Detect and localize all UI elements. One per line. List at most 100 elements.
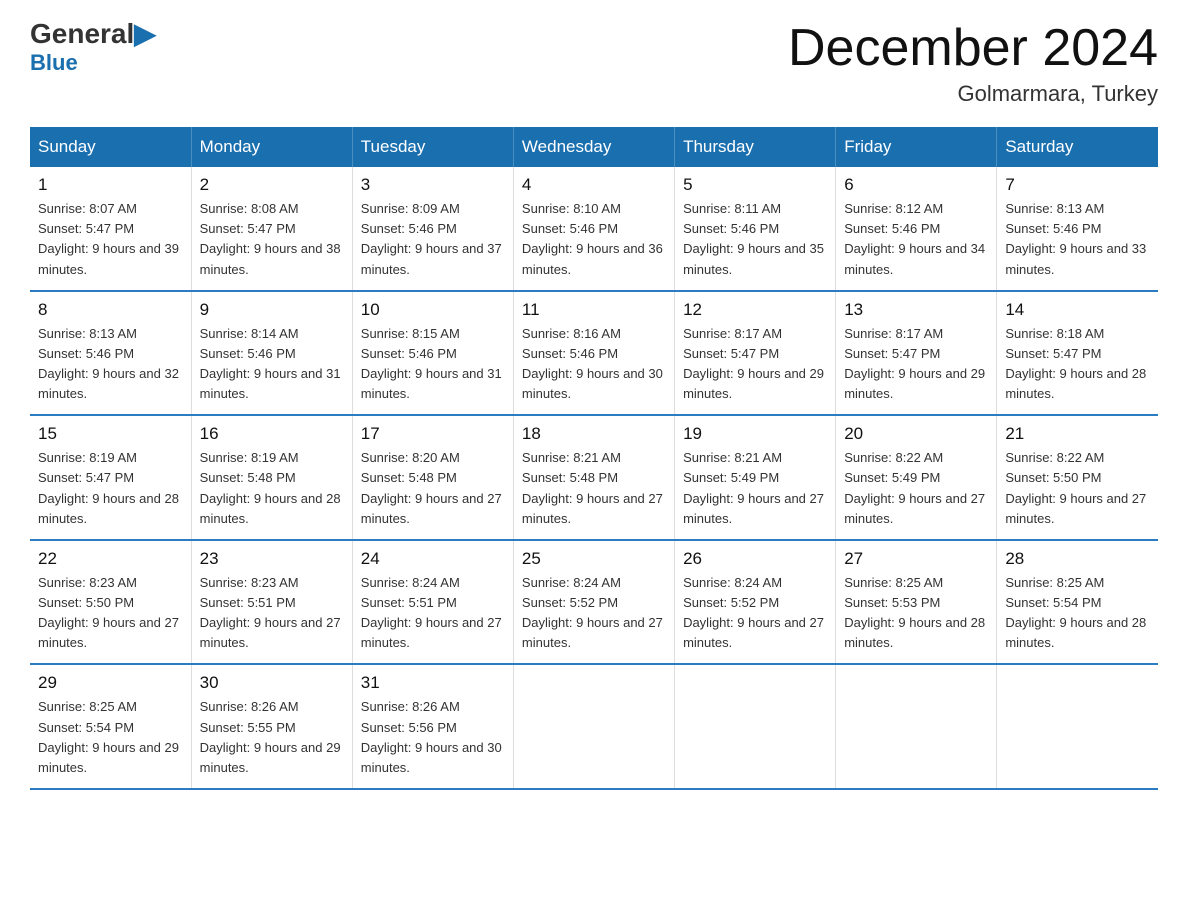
calendar-cell: 26Sunrise: 8:24 AMSunset: 5:52 PMDayligh… bbox=[675, 540, 836, 665]
calendar-cell bbox=[836, 664, 997, 789]
day-number: 27 bbox=[844, 549, 988, 569]
day-number: 23 bbox=[200, 549, 344, 569]
calendar-cell: 20 Sunrise: 8:22 AMSunset: 5:49 PMDayligh… bbox=[836, 415, 997, 540]
calendar-cell: 22Sunrise: 8:23 AMSunset: 5:50 PMDayligh… bbox=[30, 540, 191, 665]
calendar-cell: 11 Sunrise: 8:16 AMSunset: 5:46 PMDayligh… bbox=[513, 291, 674, 416]
day-info: Sunrise: 8:13 AMSunset: 5:46 PMDaylight:… bbox=[38, 324, 183, 405]
day-info: Sunrise: 8:25 AMSunset: 5:54 PMDaylight:… bbox=[38, 697, 183, 778]
day-info: Sunrise: 8:24 AMSunset: 5:51 PMDaylight:… bbox=[361, 573, 505, 654]
calendar-cell: 12 Sunrise: 8:17 AMSunset: 5:47 PMDayligh… bbox=[675, 291, 836, 416]
day-number: 10 bbox=[361, 300, 505, 320]
day-number: 16 bbox=[200, 424, 344, 444]
calendar-cell: 3Sunrise: 8:09 AMSunset: 5:46 PMDaylight… bbox=[352, 167, 513, 291]
calendar-cell: 25Sunrise: 8:24 AMSunset: 5:52 PMDayligh… bbox=[513, 540, 674, 665]
logo-blue: Blue bbox=[30, 50, 78, 76]
day-info: Sunrise: 8:14 AMSunset: 5:46 PMDaylight:… bbox=[200, 324, 344, 405]
calendar-cell: 10 Sunrise: 8:15 AMSunset: 5:46 PMDayligh… bbox=[352, 291, 513, 416]
day-info: Sunrise: 8:16 AMSunset: 5:46 PMDaylight:… bbox=[522, 324, 666, 405]
calendar-cell: 30 Sunrise: 8:26 AMSunset: 5:55 PMDayligh… bbox=[191, 664, 352, 789]
day-number: 2 bbox=[200, 175, 344, 195]
day-info: Sunrise: 8:26 AMSunset: 5:55 PMDaylight:… bbox=[200, 697, 344, 778]
calendar-cell: 2 Sunrise: 8:08 AMSunset: 5:47 PMDaylight… bbox=[191, 167, 352, 291]
day-info: Sunrise: 8:18 AMSunset: 5:47 PMDaylight:… bbox=[1005, 324, 1150, 405]
day-number: 4 bbox=[522, 175, 666, 195]
calendar-title: December 2024 bbox=[788, 20, 1158, 77]
calendar-cell: 1Sunrise: 8:07 AMSunset: 5:47 PMDaylight… bbox=[30, 167, 191, 291]
calendar-cell: 4 Sunrise: 8:10 AMSunset: 5:46 PMDaylight… bbox=[513, 167, 674, 291]
header-friday: Friday bbox=[836, 127, 997, 167]
title-section: December 2024 Golmarmara, Turkey bbox=[788, 20, 1158, 107]
calendar-cell: 27Sunrise: 8:25 AMSunset: 5:53 PMDayligh… bbox=[836, 540, 997, 665]
header-row: SundayMondayTuesdayWednesdayThursdayFrid… bbox=[30, 127, 1158, 167]
calendar-cell: 29Sunrise: 8:25 AMSunset: 5:54 PMDayligh… bbox=[30, 664, 191, 789]
calendar-header: SundayMondayTuesdayWednesdayThursdayFrid… bbox=[30, 127, 1158, 167]
day-number: 31 bbox=[361, 673, 505, 693]
calendar-cell: 23 Sunrise: 8:23 AMSunset: 5:51 PMDayligh… bbox=[191, 540, 352, 665]
calendar-cell: 7 Sunrise: 8:13 AMSunset: 5:46 PMDaylight… bbox=[997, 167, 1158, 291]
day-info: Sunrise: 8:23 AMSunset: 5:51 PMDaylight:… bbox=[200, 573, 344, 654]
day-number: 5 bbox=[683, 175, 827, 195]
day-number: 22 bbox=[38, 549, 183, 569]
day-info: Sunrise: 8:21 AMSunset: 5:48 PMDaylight:… bbox=[522, 448, 666, 529]
calendar-cell bbox=[675, 664, 836, 789]
calendar-cell: 6 Sunrise: 8:12 AMSunset: 5:46 PMDaylight… bbox=[836, 167, 997, 291]
day-info: Sunrise: 8:10 AMSunset: 5:46 PMDaylight:… bbox=[522, 199, 666, 280]
day-info: Sunrise: 8:24 AMSunset: 5:52 PMDaylight:… bbox=[683, 573, 827, 654]
header-sunday: Sunday bbox=[30, 127, 191, 167]
calendar-cell: 14Sunrise: 8:18 AMSunset: 5:47 PMDayligh… bbox=[997, 291, 1158, 416]
day-number: 30 bbox=[200, 673, 344, 693]
day-number: 8 bbox=[38, 300, 183, 320]
day-number: 17 bbox=[361, 424, 505, 444]
day-info: Sunrise: 8:13 AMSunset: 5:46 PMDaylight:… bbox=[1005, 199, 1150, 280]
day-number: 19 bbox=[683, 424, 827, 444]
calendar-cell: 21 Sunrise: 8:22 AMSunset: 5:50 PMDayligh… bbox=[997, 415, 1158, 540]
day-info: Sunrise: 8:09 AMSunset: 5:46 PMDaylight:… bbox=[361, 199, 505, 280]
week-row-1: 1Sunrise: 8:07 AMSunset: 5:47 PMDaylight… bbox=[30, 167, 1158, 291]
day-number: 12 bbox=[683, 300, 827, 320]
week-row-3: 15 Sunrise: 8:19 AMSunset: 5:47 PMDayligh… bbox=[30, 415, 1158, 540]
week-row-5: 29Sunrise: 8:25 AMSunset: 5:54 PMDayligh… bbox=[30, 664, 1158, 789]
day-info: Sunrise: 8:19 AMSunset: 5:47 PMDaylight:… bbox=[38, 448, 183, 529]
calendar-cell: 17Sunrise: 8:20 AMSunset: 5:48 PMDayligh… bbox=[352, 415, 513, 540]
header-wednesday: Wednesday bbox=[513, 127, 674, 167]
calendar-table: SundayMondayTuesdayWednesdayThursdayFrid… bbox=[30, 127, 1158, 790]
day-info: Sunrise: 8:22 AMSunset: 5:50 PMDaylight:… bbox=[1005, 448, 1150, 529]
header-thursday: Thursday bbox=[675, 127, 836, 167]
day-number: 11 bbox=[522, 300, 666, 320]
day-number: 6 bbox=[844, 175, 988, 195]
calendar-cell: 28 Sunrise: 8:25 AMSunset: 5:54 PMDayligh… bbox=[997, 540, 1158, 665]
calendar-cell: 31Sunrise: 8:26 AMSunset: 5:56 PMDayligh… bbox=[352, 664, 513, 789]
calendar-subtitle: Golmarmara, Turkey bbox=[788, 81, 1158, 107]
day-number: 20 bbox=[844, 424, 988, 444]
page-header: General▶ Blue December 2024 Golmarmara, … bbox=[30, 20, 1158, 107]
day-number: 13 bbox=[844, 300, 988, 320]
week-row-4: 22Sunrise: 8:23 AMSunset: 5:50 PMDayligh… bbox=[30, 540, 1158, 665]
day-number: 7 bbox=[1005, 175, 1150, 195]
calendar-cell: 13 Sunrise: 8:17 AMSunset: 5:47 PMDayligh… bbox=[836, 291, 997, 416]
logo: General▶ Blue bbox=[30, 20, 156, 76]
day-info: Sunrise: 8:19 AMSunset: 5:48 PMDaylight:… bbox=[200, 448, 344, 529]
day-number: 25 bbox=[522, 549, 666, 569]
calendar-cell bbox=[997, 664, 1158, 789]
calendar-cell: 9Sunrise: 8:14 AMSunset: 5:46 PMDaylight… bbox=[191, 291, 352, 416]
day-info: Sunrise: 8:11 AMSunset: 5:46 PMDaylight:… bbox=[683, 199, 827, 280]
calendar-body: 1Sunrise: 8:07 AMSunset: 5:47 PMDaylight… bbox=[30, 167, 1158, 789]
day-info: Sunrise: 8:25 AMSunset: 5:54 PMDaylight:… bbox=[1005, 573, 1150, 654]
day-info: Sunrise: 8:08 AMSunset: 5:47 PMDaylight:… bbox=[200, 199, 344, 280]
day-info: Sunrise: 8:12 AMSunset: 5:46 PMDaylight:… bbox=[844, 199, 988, 280]
calendar-cell: 19Sunrise: 8:21 AMSunset: 5:49 PMDayligh… bbox=[675, 415, 836, 540]
day-info: Sunrise: 8:17 AMSunset: 5:47 PMDaylight:… bbox=[683, 324, 827, 405]
calendar-cell: 16 Sunrise: 8:19 AMSunset: 5:48 PMDayligh… bbox=[191, 415, 352, 540]
day-info: Sunrise: 8:22 AMSunset: 5:49 PMDaylight:… bbox=[844, 448, 988, 529]
header-saturday: Saturday bbox=[997, 127, 1158, 167]
calendar-cell: 8 Sunrise: 8:13 AMSunset: 5:46 PMDaylight… bbox=[30, 291, 191, 416]
calendar-cell: 15 Sunrise: 8:19 AMSunset: 5:47 PMDayligh… bbox=[30, 415, 191, 540]
day-number: 28 bbox=[1005, 549, 1150, 569]
day-number: 15 bbox=[38, 424, 183, 444]
calendar-cell bbox=[513, 664, 674, 789]
day-info: Sunrise: 8:17 AMSunset: 5:47 PMDaylight:… bbox=[844, 324, 988, 405]
day-info: Sunrise: 8:15 AMSunset: 5:46 PMDaylight:… bbox=[361, 324, 505, 405]
logo-general: General▶ bbox=[30, 20, 156, 48]
header-tuesday: Tuesday bbox=[352, 127, 513, 167]
day-number: 21 bbox=[1005, 424, 1150, 444]
